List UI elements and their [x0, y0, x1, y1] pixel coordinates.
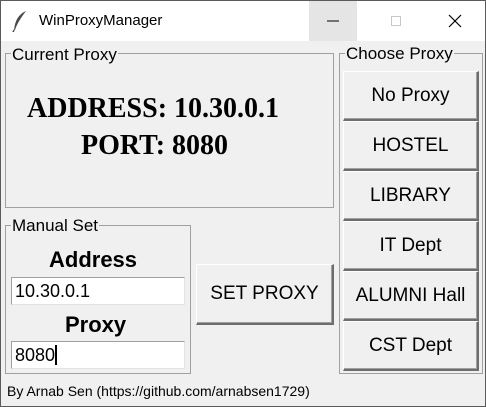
- window-title: WinProxyManager: [39, 12, 163, 29]
- minimize-icon: [327, 20, 339, 22]
- current-port-text: PORT: 8080: [81, 130, 229, 161]
- choose-proxy-label: Choose Proxy: [345, 44, 454, 63]
- current-address-text: ADDRESS: 10.30.0.1: [27, 93, 280, 124]
- manual-set-label: Manual Set: [11, 216, 99, 235]
- address-field-value: 10.30.0.1: [15, 281, 91, 301]
- proxy-option-no-proxy[interactable]: No Proxy: [343, 71, 479, 121]
- proxy-option-cst-dept[interactable]: CST Dept: [343, 321, 479, 371]
- proxy-option-alumni-hall[interactable]: ALUMNI Hall: [343, 271, 479, 321]
- text-caret: [55, 345, 58, 365]
- proxy-option-library[interactable]: LIBRARY: [343, 171, 479, 221]
- address-label: Address: [49, 247, 138, 272]
- proxy-field-value: 8080: [15, 345, 56, 365]
- maximize-button[interactable]: [372, 1, 420, 41]
- set-proxy-button[interactable]: SET PROXY: [196, 264, 334, 325]
- feather-icon: [12, 11, 26, 32]
- title-bar[interactable]: WinProxyManager: [1, 1, 485, 41]
- minimize-button[interactable]: [309, 1, 357, 41]
- current-proxy-label: Current Proxy: [11, 45, 118, 64]
- proxy-option-hostel[interactable]: HOSTEL: [343, 121, 479, 171]
- footer-credit: By Arnab Sen (https://github.com/arnabse…: [7, 383, 310, 399]
- proxy-field[interactable]: 8080: [11, 341, 185, 369]
- close-button[interactable]: [431, 1, 479, 41]
- proxy-label: Proxy: [65, 312, 127, 337]
- proxy-option-it-dept[interactable]: IT Dept: [343, 221, 479, 271]
- maximize-icon: [391, 16, 401, 26]
- app-window: WinProxyManager Current Proxy ADDRESS: 1…: [0, 0, 486, 407]
- address-field[interactable]: 10.30.0.1: [11, 277, 185, 305]
- close-icon: [448, 14, 462, 28]
